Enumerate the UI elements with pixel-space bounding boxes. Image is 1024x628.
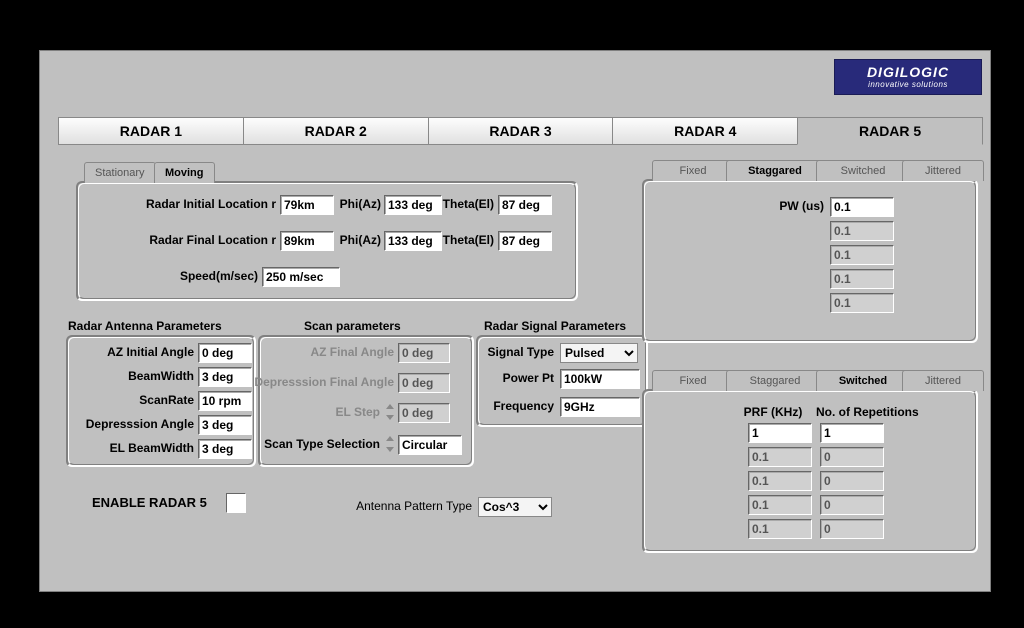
r-label-1: r [268,197,276,211]
tab-radar-5[interactable]: RADAR 5 [797,117,983,145]
prf-col2-4: 0 [820,519,884,539]
prf-col1-4: 0.1 [748,519,812,539]
scan-frame: AZ Final Angle 0 deg Depresssion Final A… [258,335,474,467]
tab-radar-4[interactable]: RADAR 4 [612,117,798,145]
prf-col1-2: 0.1 [748,471,812,491]
theta-label-1: Theta(El) [438,197,494,211]
location-frame: Stationary Moving Radar Initial Location… [76,181,578,301]
el-beamwidth-label: EL BeamWidth [62,441,194,455]
phi-label-1: Phi(Az) [333,197,381,211]
scan-heading: Scan parameters [304,319,401,333]
prf-col1-0[interactable]: 1 [748,423,812,443]
speed-label: Speed(m/sec) [138,269,258,283]
prf-frame: Fixed Staggared Switched Jittered PRF (K… [642,389,978,553]
signal-heading: Radar Signal Parameters [484,319,626,333]
depression-input[interactable]: 3 deg [198,415,252,435]
az-final-input: 0 deg [398,343,450,363]
tab-radar-1[interactable]: RADAR 1 [58,117,244,145]
prf-col2-1: 0 [820,447,884,467]
logo-word: DIGILOGIC [867,66,949,80]
pw-input-2: 0.1 [830,245,894,265]
pw-tab-switched[interactable]: Switched [816,160,910,181]
frequency-label: Frequency [476,399,554,413]
prf-col1-3: 0.1 [748,495,812,515]
pattern-select[interactable]: Cos^3 [478,497,552,517]
theta-label-2: Theta(El) [438,233,494,247]
scanrate-label: ScanRate [62,393,194,407]
radar-config-panel: DIGILOGIC innovative solutions RADAR 1 R… [39,50,991,592]
prf-col1-heading: PRF (KHz) [738,405,808,419]
prf-tab-fixed[interactable]: Fixed [652,370,734,391]
enable-radar-label: ENABLE RADAR 5 [92,495,207,510]
tab-stationary[interactable]: Stationary [84,162,156,183]
pw-tab-staggared[interactable]: Staggared [726,160,824,181]
prf-tab-staggared[interactable]: Staggared [726,370,824,391]
pw-input-4: 0.1 [830,293,894,313]
power-label: Power Pt [476,371,554,385]
frequency-input[interactable]: 9GHz [560,397,640,417]
final-r-input[interactable]: 89km [280,231,334,251]
scan-type-spinner[interactable] [384,435,396,453]
beamwidth-input[interactable]: 3 deg [198,367,252,387]
radar-tabs: RADAR 1 RADAR 2 RADAR 3 RADAR 4 RADAR 5 [58,117,982,145]
final-theta-input[interactable]: 87 deg [498,231,552,251]
dep-final-input: 0 deg [398,373,450,393]
scanrate-input[interactable]: 10 rpm [198,391,252,411]
brand-logo: DIGILOGIC innovative solutions [834,59,982,95]
beamwidth-label: BeamWidth [62,369,194,383]
prf-col2-heading: No. of Repetitions [816,405,936,419]
tab-radar-2[interactable]: RADAR 2 [243,117,429,145]
phi-label-2: Phi(Az) [333,233,381,247]
pw-tab-jittered[interactable]: Jittered [902,160,984,181]
el-step-spinner[interactable] [384,403,396,421]
depression-label: Depresssion Angle [62,417,194,431]
prf-col1-1: 0.1 [748,447,812,467]
pw-input-1: 0.1 [830,221,894,241]
final-location-label: Radar Final Location [78,233,268,247]
r-label-2: r [268,233,276,247]
pw-frame: Fixed Staggared Switched Jittered PW (us… [642,179,978,343]
initial-r-input[interactable]: 79km [280,195,334,215]
el-step-label: EL Step [254,405,380,419]
signal-type-label: Signal Type [476,345,554,359]
initial-phi-input[interactable]: 133 deg [384,195,442,215]
enable-radar-checkbox[interactable] [226,493,246,513]
signal-type-select[interactable]: Pulsed [560,343,638,363]
power-input[interactable]: 100kW [560,369,640,389]
initial-location-label: Radar Initial Location [78,197,268,211]
el-step-input: 0 deg [398,403,450,423]
scan-type-label: Scan Type Selection [254,437,380,451]
dep-final-label: Depresssion Final Angle [254,375,394,389]
antenna-heading: Radar Antenna Parameters [68,319,222,333]
pw-input-3: 0.1 [830,269,894,289]
prf-col2-2: 0 [820,471,884,491]
prf-tab-jittered[interactable]: Jittered [902,370,984,391]
initial-theta-input[interactable]: 87 deg [498,195,552,215]
antenna-frame: AZ Initial Angle 0 deg BeamWidth 3 deg S… [66,335,256,467]
az-final-label: AZ Final Angle [254,345,394,359]
pw-heading: PW (us) [764,199,824,213]
az-initial-label: AZ Initial Angle [62,345,194,359]
az-initial-input[interactable]: 0 deg [198,343,252,363]
tab-radar-3[interactable]: RADAR 3 [428,117,614,145]
tab-moving[interactable]: Moving [154,162,215,183]
el-beamwidth-input[interactable]: 3 deg [198,439,252,459]
speed-input[interactable]: 250 m/sec [262,267,340,287]
prf-col2-3: 0 [820,495,884,515]
signal-frame: Signal Type Pulsed Power Pt 100kW Freque… [476,335,648,427]
pw-tab-fixed[interactable]: Fixed [652,160,734,181]
final-phi-input[interactable]: 133 deg [384,231,442,251]
prf-col2-0[interactable]: 1 [820,423,884,443]
scan-type-input[interactable]: Circular [398,435,462,455]
pattern-label: Antenna Pattern Type [302,499,472,513]
pw-input-0[interactable]: 0.1 [830,197,894,217]
prf-tab-switched[interactable]: Switched [816,370,910,391]
logo-tagline: innovative solutions [868,80,948,89]
